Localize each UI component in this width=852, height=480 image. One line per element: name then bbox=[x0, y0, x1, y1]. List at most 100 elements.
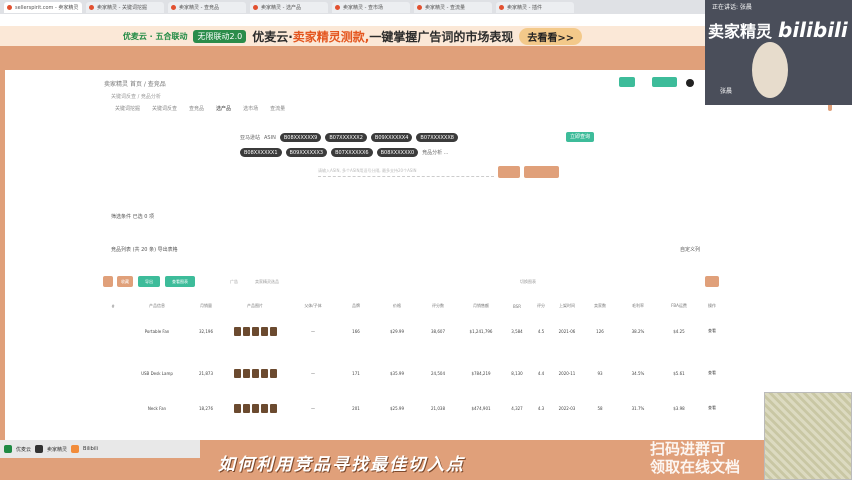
product-name[interactable]: USB Desk Lamp bbox=[122, 371, 192, 376]
nav-item[interactable]: 查流量 bbox=[270, 105, 285, 112]
table-row[interactable]: USB Desk Lamp 21,873 — 171 $35.99 24,504… bbox=[104, 357, 724, 389]
site-logo[interactable]: 卖家精灵 首页 / 查竞品 bbox=[104, 79, 166, 88]
product-thumbnails[interactable] bbox=[220, 326, 290, 336]
browser-tab[interactable]: 卖家精灵 - 查竞品 bbox=[168, 1, 246, 13]
select-all-button[interactable] bbox=[103, 276, 113, 287]
ad-banner[interactable]: 优麦云 · 五合联动 无限联动2.0 优麦云·卖家精灵测款,一键掌握广告词的市场… bbox=[0, 26, 705, 46]
column-header[interactable]: 毛利率 bbox=[618, 303, 658, 309]
side-blank bbox=[835, 105, 852, 440]
column-header[interactable]: 月销量 bbox=[192, 303, 220, 309]
asin-chip[interactable]: B08XXXXXX9 bbox=[279, 133, 322, 142]
asin-chip[interactable]: B09XXXXXX3 bbox=[285, 148, 328, 157]
cell: 8,130 bbox=[511, 370, 523, 376]
asin-chip[interactable]: B07XXXXXX2 bbox=[325, 133, 367, 142]
column-header[interactable]: 品牌 bbox=[336, 303, 376, 309]
table-row[interactable]: Neck Fan 18,276 — 201 $25.99 21,038 $474… bbox=[104, 392, 724, 424]
favorite-button[interactable]: 收藏 bbox=[117, 276, 133, 287]
column-header[interactable]: 月销售额 bbox=[458, 303, 504, 309]
column-header[interactable]: 价格 bbox=[376, 303, 418, 309]
asin-chip[interactable]: B07XXXXXX6 bbox=[331, 148, 373, 157]
chart-button[interactable]: 查看图表 bbox=[165, 276, 195, 287]
thumbnail[interactable] bbox=[269, 368, 277, 378]
thumbnail[interactable] bbox=[269, 326, 277, 336]
taskbar-item[interactable]: 卖家精灵 bbox=[47, 446, 67, 453]
product-thumbnails[interactable] bbox=[220, 403, 290, 413]
asin-chip[interactable]: B07XXXXXX8 bbox=[416, 133, 458, 142]
column-header[interactable]: BSR bbox=[504, 304, 530, 309]
thumbnail[interactable] bbox=[242, 403, 250, 413]
header-button[interactable] bbox=[619, 77, 635, 87]
cell: $4.25 bbox=[673, 328, 685, 334]
taskbar-item[interactable]: 优麦云 bbox=[16, 446, 31, 453]
column-header[interactable]: 评分数 bbox=[418, 303, 458, 309]
toolbar-action-button[interactable] bbox=[705, 276, 719, 287]
thumbnail[interactable] bbox=[233, 368, 241, 378]
taskbar-item[interactable]: Bilibili bbox=[83, 446, 98, 452]
browser-tab[interactable]: sellerspirit.com - 卖家精灵 bbox=[4, 1, 82, 13]
browser-tab[interactable]: 卖家精灵 - 查流量 bbox=[414, 1, 492, 13]
column-header[interactable]: 产品信息 bbox=[122, 303, 192, 309]
cell: 21,038 bbox=[431, 405, 445, 411]
asin-chip[interactable]: B08XXXXXX0 bbox=[376, 148, 419, 157]
thumbnail[interactable] bbox=[260, 326, 268, 336]
header-button[interactable] bbox=[652, 77, 677, 87]
nav-item[interactable]: 查竞品 bbox=[189, 105, 204, 112]
thumbnail[interactable] bbox=[260, 403, 268, 413]
app-icon[interactable] bbox=[71, 445, 80, 453]
column-header[interactable]: 卖家数 bbox=[582, 303, 618, 309]
favicon-icon bbox=[499, 4, 504, 10]
thumbnail[interactable] bbox=[233, 403, 241, 413]
screen: sellerspirit.com - 卖家精灵 卖家精灵 - 关键词挖掘 卖家精… bbox=[0, 0, 852, 480]
thumbnail[interactable] bbox=[251, 403, 259, 413]
column-header[interactable]: FBA运费 bbox=[658, 303, 700, 309]
confirm-button[interactable] bbox=[524, 166, 559, 178]
avatar[interactable] bbox=[686, 79, 694, 87]
asin-chip[interactable]: B09XXXXXX4 bbox=[370, 133, 413, 142]
asin-input[interactable]: 请输入ASIN, 多个ASIN用逗号分隔, 最多支持20个ASIN bbox=[318, 168, 494, 177]
customize-columns-link[interactable]: 自定义列 bbox=[680, 246, 700, 253]
product-thumbnails[interactable] bbox=[220, 368, 290, 378]
cell: 166 bbox=[352, 328, 360, 334]
row-action-link[interactable]: 查看 bbox=[700, 405, 724, 411]
product-name[interactable]: Portable Fan bbox=[122, 329, 192, 334]
browser-tab[interactable]: 卖家精灵 - 查市场 bbox=[332, 1, 410, 13]
row-action-link[interactable]: 查看 bbox=[700, 370, 724, 376]
nav-item-active[interactable]: 选产品 bbox=[216, 105, 231, 112]
reset-button[interactable] bbox=[498, 166, 520, 178]
thumbnail[interactable] bbox=[242, 368, 250, 378]
browser-tab[interactable]: 卖家精灵 - 关键词挖掘 bbox=[86, 1, 164, 13]
search-button[interactable]: 立即查询 bbox=[566, 132, 594, 142]
thumbnail[interactable] bbox=[251, 326, 259, 336]
asin-chip[interactable]: B08XXXXXX1 bbox=[240, 148, 282, 157]
browser-tab[interactable]: 卖家精灵 - 选产品 bbox=[250, 1, 328, 13]
browser-tab[interactable]: 卖家精灵 - 插件 bbox=[496, 1, 574, 13]
marketplace-select[interactable]: 亚马逊站 bbox=[240, 134, 260, 141]
export-button[interactable]: 导出 bbox=[138, 276, 160, 287]
banner-pill: 无限联动2.0 bbox=[193, 29, 247, 43]
thumbnail[interactable] bbox=[260, 368, 268, 378]
product-name[interactable]: Neck Fan bbox=[122, 406, 192, 411]
thumbnail[interactable] bbox=[269, 403, 277, 413]
cell: $474,901 bbox=[471, 405, 491, 411]
cell: 201 bbox=[352, 405, 360, 411]
column-header[interactable]: 评分 bbox=[530, 303, 552, 309]
column-header[interactable]: 上架时间 bbox=[552, 303, 582, 309]
cell: 18,276 bbox=[199, 405, 213, 411]
toolbar-link[interactable]: 广告 bbox=[230, 279, 238, 285]
app-icon[interactable] bbox=[35, 445, 44, 453]
cell: 32,196 bbox=[199, 328, 213, 334]
toolbar-link[interactable]: 切换图表 bbox=[520, 279, 536, 285]
nav-item[interactable]: 关键词反查 bbox=[152, 105, 177, 112]
banner-cta-button[interactable]: 去看看>> bbox=[519, 27, 583, 45]
thumbnail[interactable] bbox=[242, 326, 250, 336]
thumbnail[interactable] bbox=[233, 326, 241, 336]
row-action-link[interactable]: 查看 bbox=[700, 328, 724, 334]
app-icon[interactable] bbox=[4, 445, 12, 453]
nav-item[interactable]: 关键词挖掘 bbox=[115, 105, 140, 112]
thumbnail[interactable] bbox=[251, 368, 259, 378]
nav-item[interactable]: 选市场 bbox=[243, 105, 258, 112]
toolbar-link[interactable]: 卖家精灵选品 bbox=[255, 279, 279, 285]
table-row[interactable]: Portable Fan 32,196 — 166 $29.99 38,607 … bbox=[104, 315, 724, 347]
browser-tab-bar: sellerspirit.com - 卖家精灵 卖家精灵 - 关键词挖掘 卖家精… bbox=[0, 0, 705, 14]
site-nav: 关键词挖掘 关键词反查 查竞品 选产品 选市场 查流量 bbox=[115, 105, 285, 112]
